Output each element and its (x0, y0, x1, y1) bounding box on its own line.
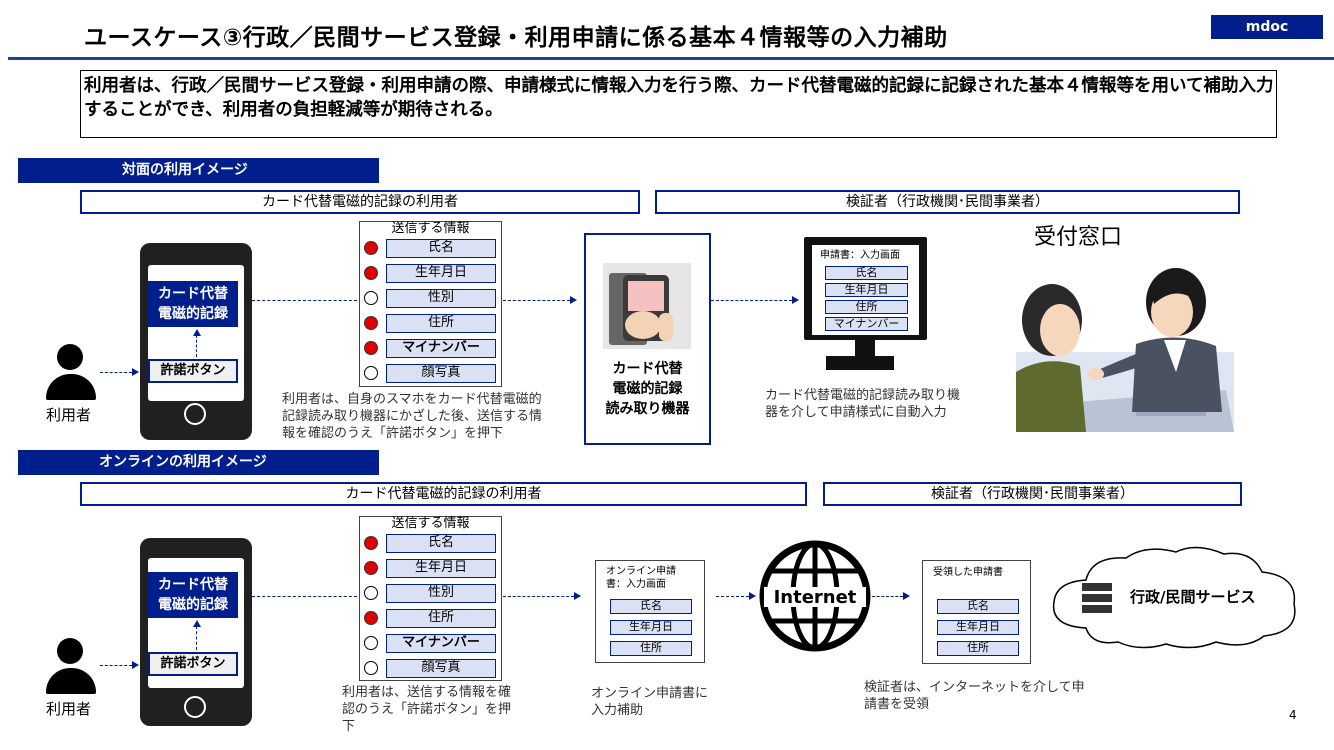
user-label: 利用者 (46, 406, 92, 424)
user-header: カード代替電磁的記録の利用者 (80, 190, 640, 214)
verifier-header: 検証者（行政機関･民間事業者） (655, 190, 1240, 214)
info-field: 性別 (386, 584, 496, 603)
card-reader-device: カード代替 電磁的記録 読み取り機器 (584, 233, 711, 445)
section-label-in-person: 対面の利用イメージ (18, 158, 379, 183)
unselected-dot-icon[interactable] (364, 366, 378, 380)
unselected-dot-icon[interactable] (364, 291, 378, 305)
reception-desk-illustration (1016, 268, 1234, 432)
online-user-person-icon (44, 638, 98, 694)
info-field: マイナンバー (386, 339, 496, 358)
form-field: 氏名 (937, 599, 1019, 614)
info-field: 顔写真 (386, 659, 496, 678)
user-person-icon (44, 344, 98, 400)
unselected-dot-icon[interactable] (364, 661, 378, 675)
info-field: 氏名 (386, 534, 496, 553)
form-field: 生年月日 (825, 283, 908, 297)
info-row: 生年月日 (360, 261, 501, 286)
phone-on-reader-icon (603, 263, 691, 349)
info-field: 住所 (386, 609, 496, 628)
application-monitor: 申請書：入力画面 氏名 生年月日 住所 マイナンバー (804, 237, 927, 340)
received-application-form: 受領した申請書 氏名 生年月日 住所 (922, 560, 1031, 664)
title-rule (8, 57, 1334, 60)
info-field: 顔写真 (386, 364, 496, 383)
permit-button[interactable]: 許諾ボタン (148, 359, 238, 383)
info-row: 顔写真 (360, 361, 501, 386)
online-card-record-block: カード代替 電磁的記録 (148, 572, 238, 618)
unselected-dot-icon[interactable] (364, 586, 378, 600)
internet-label: Internet (773, 587, 857, 608)
home-button-icon (184, 403, 206, 425)
info-field: 性別 (386, 289, 496, 308)
info-row: 氏名 (360, 236, 501, 261)
info-row: 性別 (360, 286, 501, 311)
online-verifier-header: 検証者（行政機関･民間事業者） (823, 482, 1242, 506)
card-record-block: カード代替 電磁的記録 (148, 281, 238, 327)
info-caption: 利用者は、自身のスマホをカード代替電磁的 記録読み取り機器にかざした後、送信する情… (282, 392, 543, 441)
online-user-header: カード代替電磁的記録の利用者 (80, 482, 807, 506)
info-field: 生年月日 (386, 559, 496, 578)
info-row: マイナンバー (360, 336, 501, 361)
selected-dot-icon[interactable] (364, 316, 378, 330)
received-caption: 検証者は、インターネットを介して申 請書を受領 (864, 680, 1085, 712)
selected-dot-icon[interactable] (364, 241, 378, 255)
online-user-label: 利用者 (46, 700, 92, 718)
form-field: 生年月日 (937, 620, 1019, 635)
info-row: 住所 (360, 311, 501, 336)
info-row: 顔写真 (360, 656, 501, 681)
info-row: マイナンバー (360, 631, 501, 656)
page-number: 4 (1289, 708, 1297, 722)
online-home-button-icon (184, 696, 206, 718)
info-field: マイナンバー (386, 634, 496, 653)
form-field: 住所 (937, 641, 1019, 656)
info-field: 氏名 (386, 239, 496, 258)
form-field: マイナンバー (825, 317, 908, 331)
selected-dot-icon[interactable] (364, 611, 378, 625)
info-row: 住所 (360, 606, 501, 631)
form-field: 生年月日 (610, 620, 692, 635)
summary-box: 利用者は、行政／民間サービス登録・利用申請の際、申請様式に情報入力を行う際、カー… (80, 70, 1277, 138)
info-row: 生年月日 (360, 556, 501, 581)
online-info-caption: 利用者は、送信する情報を確 認のうえ「許諾ボタン」を押下 (342, 685, 512, 734)
counter-label: 受付窓口 (1034, 225, 1123, 250)
info-row: 性別 (360, 581, 501, 606)
info-row: 氏名 (360, 531, 501, 556)
form-field: 氏名 (610, 599, 692, 614)
unselected-dot-icon[interactable] (364, 636, 378, 650)
page-title: ユースケース③行政／民間サービス登録・利用申請に係る基本４情報等の入力補助 (84, 25, 948, 51)
mdoc-badge: mdoc (1211, 15, 1323, 39)
online-permit-button[interactable]: 許諾ボタン (148, 652, 238, 676)
online-application-form: オンライン申請 書：入力画面 氏名 生年月日 住所 (595, 560, 705, 663)
online-form-caption: オンライン申請書に 入力補助 (591, 686, 709, 718)
server-icon (1082, 583, 1112, 613)
section-label-online: オンラインの利用イメージ (18, 450, 379, 475)
form-field: 住所 (825, 300, 908, 314)
smartphone: カード代替 電磁的記録 許諾ボタン (140, 243, 252, 440)
info-field: 住所 (386, 314, 496, 333)
send-info-panel: 送信する情報 氏名 生年月日 性別 住所 マイナンバー 顔写真 (359, 221, 502, 387)
selected-dot-icon[interactable] (364, 266, 378, 280)
selected-dot-icon[interactable] (364, 561, 378, 575)
info-field: 生年月日 (386, 264, 496, 283)
monitor-caption: カード代替電磁的記録読み取り機 器を介して申請様式に自動入力 (765, 388, 961, 420)
online-smartphone: カード代替 電磁的記録 許諾ボタン (140, 538, 252, 726)
selected-dot-icon[interactable] (364, 341, 378, 355)
selected-dot-icon[interactable] (364, 536, 378, 550)
form-field: 住所 (610, 641, 692, 656)
cloud-service-label: 行政/民間サービス (1130, 588, 1256, 606)
form-field: 氏名 (825, 266, 908, 280)
online-send-info-panel: 送信する情報 氏名 生年月日 性別 住所 マイナンバー 顔写真 (359, 516, 502, 681)
